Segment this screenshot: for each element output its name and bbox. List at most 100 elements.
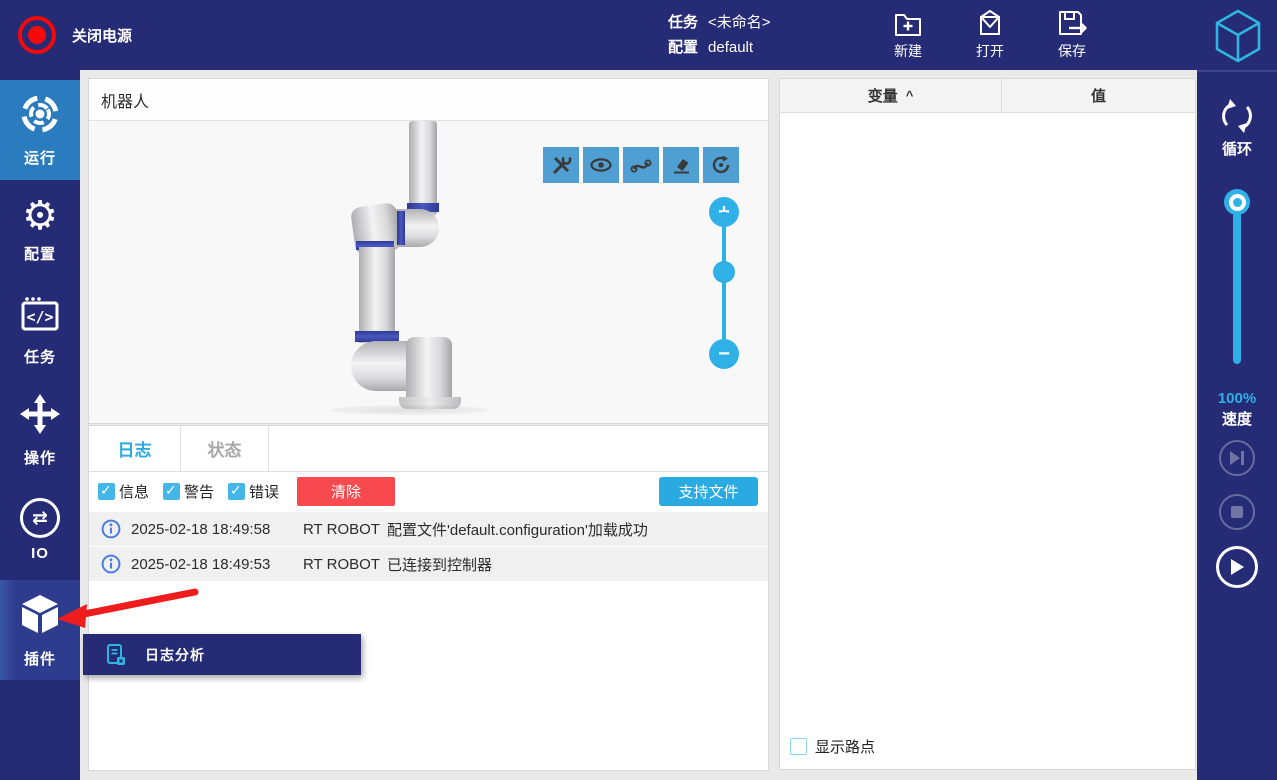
plugin-menu-label: 日志分析 bbox=[145, 645, 205, 665]
open-task-label: 打开 bbox=[976, 41, 1004, 61]
speed-value: 100% bbox=[1197, 390, 1277, 407]
show-waypoints-label: 显示路点 bbox=[815, 736, 875, 757]
reset-view-button[interactable] bbox=[703, 147, 739, 183]
column-header-value: 值 bbox=[1002, 79, 1195, 112]
io-exchange-icon: ⇄ bbox=[20, 498, 60, 538]
value-column-label: 值 bbox=[1091, 85, 1106, 106]
variable-column-label: 变量 bbox=[868, 85, 898, 106]
visibility-button[interactable] bbox=[583, 147, 619, 183]
save-task-button[interactable]: 保存 bbox=[1044, 8, 1100, 61]
gear-icon: ⚙ bbox=[22, 196, 58, 236]
error-filter-label: 错误 bbox=[249, 481, 279, 502]
sidebar-item-io[interactable]: ⇄ IO bbox=[0, 480, 80, 580]
log-tabs: 日志 状态 bbox=[89, 426, 768, 472]
play-icon bbox=[1229, 558, 1245, 576]
new-task-label: 新建 bbox=[894, 41, 922, 61]
zoom-control: + − bbox=[709, 197, 739, 369]
tab-log[interactable]: 日志 bbox=[89, 426, 181, 471]
path-button[interactable] bbox=[623, 147, 659, 183]
log-message: 已连接到控制器 bbox=[387, 554, 768, 575]
variables-panel: 变量 ^ 值 显示路点 bbox=[779, 78, 1196, 770]
show-waypoints-toggle[interactable]: 显示路点 bbox=[790, 736, 875, 757]
zoom-slider-handle[interactable] bbox=[713, 261, 735, 283]
log-row[interactable]: 2025-02-18 18:49:53 RT ROBOT 已连接到控制器 bbox=[89, 547, 768, 581]
rotate-icon bbox=[709, 153, 733, 177]
info-icon bbox=[101, 554, 121, 574]
warning-filter-label: 警告 bbox=[184, 481, 214, 502]
zoom-slider-track[interactable] bbox=[722, 212, 726, 354]
new-folder-icon bbox=[892, 8, 924, 38]
config-label: 配置 bbox=[668, 39, 698, 56]
robot-panel-title: 机器人 bbox=[89, 79, 768, 121]
variables-area: 变量 ^ 值 显示路点 bbox=[777, 70, 1197, 780]
speed-label: 速度 bbox=[1197, 408, 1277, 429]
plugin-menu-item-log-analysis[interactable]: 日志分析 bbox=[83, 634, 361, 675]
sidebar-item-label: 操作 bbox=[24, 447, 56, 468]
eye-icon bbox=[589, 153, 613, 177]
file-actions: 新建 打开 保存 bbox=[880, 8, 1100, 61]
sidebar-item-config[interactable]: ⚙ 配置 bbox=[0, 180, 80, 280]
top-bar: 关闭电源 任务 <未命名> 配置 default 新建 打开 bbox=[0, 0, 1277, 70]
run-target-icon bbox=[19, 93, 61, 140]
show-waypoints-checkbox[interactable] bbox=[790, 738, 807, 755]
log-source: RT ROBOT bbox=[303, 521, 387, 538]
tools-button[interactable] bbox=[543, 147, 579, 183]
right-toolbar: 循环 100% 速度 bbox=[1197, 70, 1277, 780]
warning-checkbox[interactable] bbox=[163, 483, 180, 500]
log-row[interactable]: 2025-02-18 18:49:58 RT ROBOT 配置文件'defaul… bbox=[89, 512, 768, 546]
svg-text:</>: </> bbox=[26, 308, 53, 326]
speed-slider-handle[interactable] bbox=[1224, 189, 1250, 215]
support-files-button[interactable]: 支持文件 bbox=[659, 477, 758, 506]
sidebar-item-label: IO bbox=[31, 545, 49, 562]
robot-3d-view[interactable]: + − bbox=[89, 121, 768, 423]
speed-slider-track[interactable] bbox=[1233, 202, 1241, 364]
zoom-out-button[interactable]: − bbox=[709, 339, 739, 369]
power-icon bbox=[28, 26, 46, 44]
variables-table-header: 变量 ^ 值 bbox=[780, 79, 1195, 113]
error-checkbox[interactable] bbox=[228, 483, 245, 500]
column-header-variable[interactable]: 变量 ^ bbox=[780, 79, 1002, 112]
path-icon bbox=[629, 153, 653, 177]
open-task-button[interactable]: 打开 bbox=[962, 8, 1018, 61]
sidebar-item-label: 任务 bbox=[24, 346, 56, 367]
brand-logo-icon bbox=[1213, 8, 1263, 69]
log-analysis-icon bbox=[105, 643, 127, 667]
sidebar-item-task[interactable]: </> 任务 bbox=[0, 280, 80, 380]
step-button[interactable] bbox=[1219, 440, 1255, 476]
play-button[interactable] bbox=[1216, 546, 1258, 588]
log-time: 2025-02-18 18:49:58 bbox=[131, 521, 303, 538]
io-arrows-glyph: ⇄ bbox=[32, 507, 48, 530]
task-label: 任务 bbox=[668, 14, 698, 31]
move-arrows-icon bbox=[19, 393, 61, 440]
stop-button[interactable] bbox=[1219, 494, 1255, 530]
sort-asc-icon: ^ bbox=[906, 88, 914, 103]
view-toolbar bbox=[543, 147, 739, 183]
loop-label: 循环 bbox=[1222, 138, 1252, 159]
config-value: default bbox=[708, 39, 753, 56]
log-message: 配置文件'default.configuration'加载成功 bbox=[387, 519, 768, 540]
sidebar-item-run[interactable]: 运行 bbox=[0, 80, 80, 180]
power-label: 关闭电源 bbox=[72, 25, 132, 46]
task-config-info: 任务 <未命名> 配置 default bbox=[668, 10, 771, 60]
cube-icon bbox=[18, 592, 62, 641]
eraser-button[interactable] bbox=[663, 147, 699, 183]
info-checkbox[interactable] bbox=[98, 483, 115, 500]
sidebar-item-operate[interactable]: 操作 bbox=[0, 380, 80, 480]
stop-icon bbox=[1230, 505, 1244, 519]
save-icon bbox=[1055, 8, 1089, 38]
loop-button[interactable]: 循环 bbox=[1197, 94, 1277, 159]
info-filter-label: 信息 bbox=[119, 481, 149, 502]
log-source: RT ROBOT bbox=[303, 556, 387, 573]
new-task-button[interactable]: 新建 bbox=[880, 8, 936, 61]
left-sidebar: 运行 ⚙ 配置 </> 任务 操作 ⇄ IO 插件 bbox=[0, 70, 80, 780]
sidebar-item-label: 插件 bbox=[24, 648, 56, 669]
task-value: <未命名> bbox=[708, 14, 771, 31]
clear-log-button[interactable]: 清除 bbox=[297, 477, 395, 506]
tab-status[interactable]: 状态 bbox=[181, 426, 269, 471]
step-icon bbox=[1228, 450, 1246, 466]
sidebar-item-plugin[interactable]: 插件 bbox=[0, 580, 80, 680]
app-window: 关闭电源 任务 <未命名> 配置 default 新建 打开 bbox=[0, 0, 1277, 780]
save-task-label: 保存 bbox=[1058, 41, 1086, 61]
power-button[interactable] bbox=[18, 16, 56, 54]
loop-icon bbox=[1215, 94, 1259, 138]
